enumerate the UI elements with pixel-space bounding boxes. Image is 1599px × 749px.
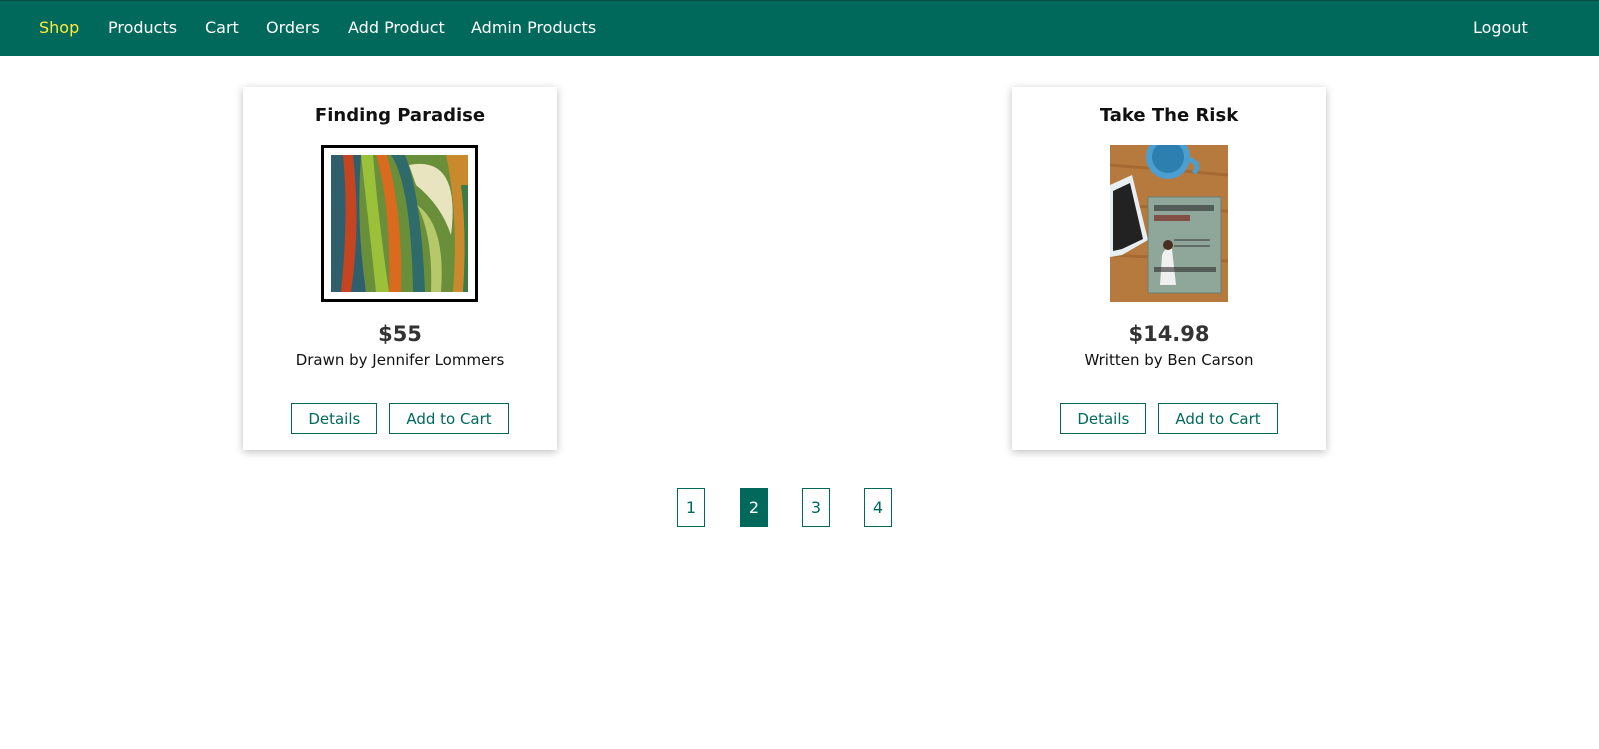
add-to-cart-button[interactable]: Add to Cart xyxy=(389,403,509,434)
nav-add-product[interactable]: Add Product xyxy=(348,18,445,37)
product-title: Finding Paradise xyxy=(314,105,486,126)
page-button-3[interactable]: 3 xyxy=(802,488,830,527)
product-image-abstract-painting xyxy=(321,145,478,302)
page-button-4[interactable]: 4 xyxy=(864,488,892,527)
logout-button[interactable]: Logout xyxy=(1473,18,1528,37)
product-description: Written by Ben Carson xyxy=(1084,351,1254,369)
details-button[interactable]: Details xyxy=(291,403,378,434)
top-navbar: Shop Products Cart Orders Add Product Ad… xyxy=(0,0,1599,56)
nav-cart[interactable]: Cart xyxy=(205,18,239,37)
nav-shop[interactable]: Shop xyxy=(39,18,79,37)
product-card: Take The Risk $14.98 Written by Ben Cars… xyxy=(1012,87,1326,450)
product-description: Drawn by Jennifer Lommers xyxy=(295,351,505,369)
product-price: $14.98 xyxy=(1128,322,1210,346)
pagination: 1 2 3 4 xyxy=(0,488,1599,528)
page-button-1[interactable]: 1 xyxy=(677,488,705,527)
nav-admin-products[interactable]: Admin Products xyxy=(471,18,596,37)
product-card: Finding Paradise $55 Drawn by Jennifer L… xyxy=(243,87,557,450)
product-actions: Details Add to Cart xyxy=(243,403,557,434)
nav-orders[interactable]: Orders xyxy=(266,18,320,37)
details-button[interactable]: Details xyxy=(1060,403,1147,434)
nav-products[interactable]: Products xyxy=(108,18,177,37)
product-image-book-cover-photo xyxy=(1109,135,1229,302)
add-to-cart-button[interactable]: Add to Cart xyxy=(1158,403,1278,434)
product-actions: Details Add to Cart xyxy=(1012,403,1326,434)
page-button-2-current[interactable]: 2 xyxy=(740,488,768,527)
product-title: Take The Risk xyxy=(1099,105,1239,126)
product-price: $55 xyxy=(378,322,422,346)
